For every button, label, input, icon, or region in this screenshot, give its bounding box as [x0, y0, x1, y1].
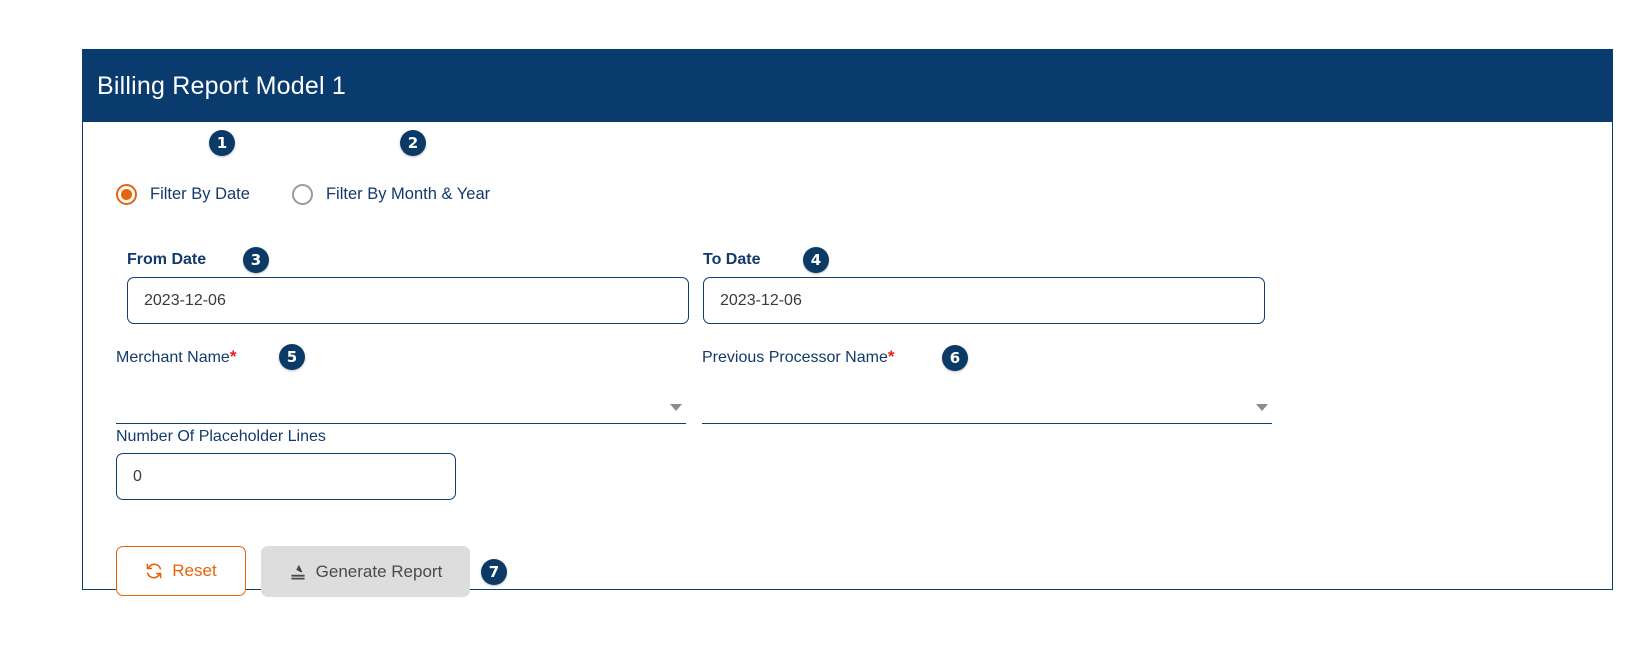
chevron-down-icon-2[interactable]	[1256, 404, 1268, 411]
placeholder-lines-label: Number Of Placeholder Lines	[116, 428, 326, 445]
radio-filter-by-date[interactable]: Filter By Date	[116, 184, 250, 205]
generate-report-button-label: Generate Report	[315, 561, 443, 581]
placeholder-lines-input[interactable]	[116, 453, 456, 500]
page-title: Billing Report Model 1	[97, 71, 346, 100]
annotation-badge-4: 4	[803, 247, 829, 273]
annotation-badge-7: 7	[481, 559, 507, 585]
radio-selected-icon[interactable]	[116, 184, 137, 205]
screen-root: Billing Report Model 1 1 2 Filter By Dat…	[0, 0, 1645, 660]
card-header: Billing Report Model 1	[83, 50, 1612, 122]
radio-filter-by-month-year[interactable]: Filter By Month & Year	[291, 184, 491, 205]
annotation-badge-1: 1	[209, 130, 235, 156]
reset-button[interactable]: Reset	[116, 546, 246, 596]
from-date-input[interactable]	[127, 277, 689, 324]
radio-unselected-icon[interactable]	[291, 184, 313, 205]
to-date-label: To Date	[703, 251, 761, 268]
annotation-badge-2: 2	[400, 130, 426, 156]
radio-filter-by-month-year-label: Filter By Month & Year	[325, 185, 491, 203]
annotation-badge-3: 3	[243, 247, 269, 273]
to-date-input[interactable]	[703, 277, 1265, 324]
merchant-name-required-marker: *	[229, 347, 237, 366]
merchant-name-label: Merchant Name*	[116, 347, 236, 367]
radio-filter-by-date-label: Filter By Date	[150, 185, 250, 203]
previous-processor-name-required-marker: *	[887, 347, 895, 366]
filter-mode-radio-group: Filter By Date Filter By Month & Year	[116, 184, 490, 205]
card-body: 1 2 Filter By Date Filter By Month & Yea…	[83, 122, 1612, 597]
previous-processor-name-label: Previous Processor Name*	[702, 347, 894, 367]
previous-processor-name-select[interactable]	[702, 380, 1272, 424]
reset-button-label: Reset	[172, 561, 217, 580]
merchant-name-select[interactable]	[116, 380, 686, 424]
billing-report-card: Billing Report Model 1 1 2 Filter By Dat…	[82, 49, 1613, 597]
from-date-label: From Date	[127, 251, 207, 268]
generate-report-button[interactable]: Generate Report	[261, 546, 470, 597]
refresh-icon	[145, 562, 163, 580]
annotation-badge-6: 6	[942, 345, 968, 371]
previous-processor-name-label-text: Previous Processor Name	[702, 349, 888, 366]
merchant-name-label-text: Merchant Name	[116, 349, 230, 366]
chevron-down-icon[interactable]	[670, 404, 682, 411]
export-report-icon	[289, 563, 307, 581]
annotation-badge-5: 5	[279, 344, 305, 370]
